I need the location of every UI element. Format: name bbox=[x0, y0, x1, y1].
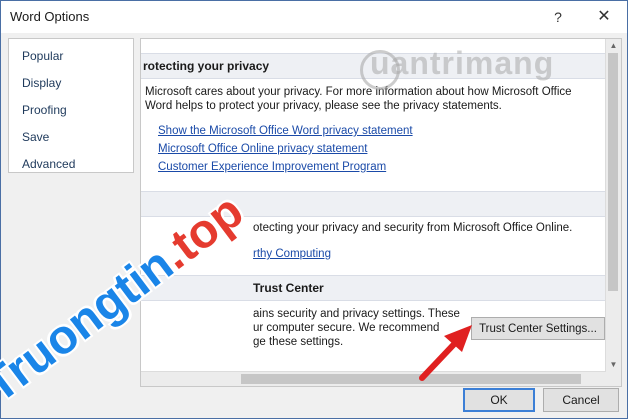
red-arrow-icon bbox=[419, 325, 472, 381]
